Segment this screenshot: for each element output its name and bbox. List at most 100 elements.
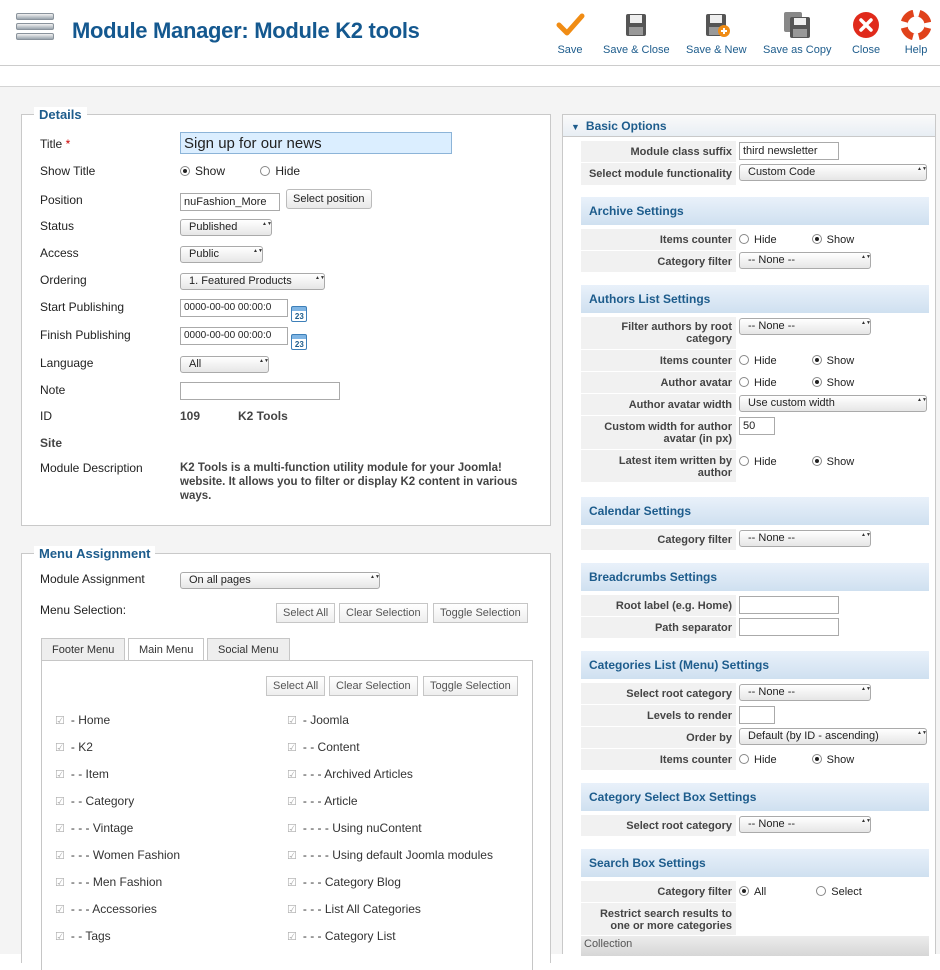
menu-item-checkbox[interactable]: ☑ - - - Article — [287, 794, 358, 808]
clear-selection-button[interactable]: Clear Selection — [339, 603, 428, 623]
tab-select-all-button[interactable]: Select All — [266, 676, 326, 696]
menu-item-checkbox[interactable]: ☑ - - - - Using default Joomla modules — [287, 848, 493, 862]
custom-width-input[interactable]: 50 — [739, 417, 775, 435]
toggle-selection-button[interactable]: Toggle Selection — [433, 603, 528, 623]
id-value: 109 — [180, 409, 201, 423]
tab-toggle-selection-button[interactable]: Toggle Selection — [423, 676, 518, 696]
levels-to-render-label: Levels to render — [581, 705, 736, 726]
search-category-select-radio[interactable]: Select — [816, 886, 862, 898]
custom-width-label: Custom width for author avatar (in px) — [581, 416, 736, 449]
module-functionality-select[interactable]: Custom Code — [739, 164, 927, 181]
archive-category-filter-select[interactable]: -- None -- — [739, 252, 871, 269]
module-functionality-label: Select module functionality — [581, 163, 736, 185]
access-label: Access — [40, 246, 79, 260]
calendar-icon[interactable]: 23 — [291, 333, 308, 350]
show-title-label: Show Title — [40, 164, 96, 178]
language-select[interactable]: All — [180, 356, 269, 373]
tab-main-menu[interactable]: Main Menu — [128, 638, 205, 661]
menu-item-checkbox[interactable]: ☑ - - - Archived Articles — [287, 767, 413, 781]
menu-item-checkbox[interactable]: ☑ - - - Category List — [287, 929, 396, 943]
finish-publishing-input[interactable]: 0000-00-00 00:00:0 — [180, 327, 288, 345]
root-label-label: Root label (e.g. Home) — [581, 595, 736, 616]
close-button[interactable]: Close — [851, 10, 881, 56]
menu-item-checkbox[interactable]: ☑ - - - Men Fashion — [55, 875, 162, 889]
author-avatar-show-radio[interactable]: Show — [811, 377, 854, 389]
menu-item-checkbox[interactable]: ☑ - Joomla — [287, 713, 349, 727]
module-description-label: Module Description — [40, 461, 143, 475]
path-separator-input[interactable] — [739, 618, 839, 636]
position-input[interactable]: nuFashion_More — [180, 193, 280, 214]
menu-item-checkbox[interactable]: ☑ - - - - Using nuContent — [287, 821, 422, 835]
save-close-button[interactable]: Save & Close — [603, 10, 670, 56]
menu-item-checkbox[interactable]: ☑ - - - List All Categories — [287, 902, 421, 916]
status-select[interactable]: Published — [180, 219, 272, 236]
save-copy-button[interactable]: Save as Copy — [763, 10, 831, 56]
categories-items-counter-show-radio[interactable]: Show — [811, 754, 854, 766]
filter-authors-label: Filter authors by root category — [581, 317, 736, 349]
save-new-button[interactable]: Save & New — [686, 10, 747, 56]
collection-bar[interactable]: Collection — [581, 936, 929, 956]
select-all-button[interactable]: Select All — [276, 603, 336, 623]
archive-items-counter-hide-radio[interactable]: Hide — [739, 234, 777, 246]
select-position-button[interactable]: Select position — [286, 189, 372, 209]
menu-item-checkbox[interactable]: ☑ - - - Category Blog — [287, 875, 401, 889]
access-select[interactable]: Public — [180, 246, 263, 263]
position-label: Position — [40, 193, 83, 207]
module-class-suffix-input[interactable]: third newsletter — [739, 142, 839, 160]
tab-clear-selection-button[interactable]: Clear Selection — [329, 676, 418, 696]
menu-item-checkbox[interactable]: ☑ - K2 — [55, 740, 93, 754]
root-label-input[interactable] — [739, 596, 839, 614]
restrict-search-label: Restrict search results to one or more c… — [581, 903, 736, 935]
menu-item-checkbox[interactable]: ☑ - - Category — [55, 794, 134, 808]
note-label: Note — [40, 383, 66, 397]
order-by-select[interactable]: Default (by ID - ascending) — [739, 728, 927, 745]
menu-item-checkbox[interactable]: ☑ - Home — [55, 713, 110, 727]
author-avatar-width-select[interactable]: Use custom width — [739, 395, 927, 412]
module-description-text: K2 Tools is a multi-function utility mod… — [180, 462, 518, 502]
calendar-icon[interactable]: 23 — [291, 305, 308, 322]
help-button[interactable]: Help — [901, 10, 931, 56]
floppy-plus-icon — [706, 14, 731, 37]
categories-root-label: Select root category — [581, 683, 736, 704]
save-button[interactable]: Save — [555, 10, 585, 56]
menu-item-checkbox[interactable]: ☑ - - - Vintage — [55, 821, 133, 835]
checkmark-icon — [556, 13, 585, 36]
title-input[interactable]: Sign up for our news — [180, 132, 452, 154]
levels-to-render-input[interactable] — [739, 706, 775, 724]
calendar-category-filter-select[interactable]: -- None -- — [739, 530, 871, 547]
archive-items-counter-show-radio[interactable]: Show — [811, 234, 854, 246]
status-label: Status — [40, 219, 75, 233]
tab-footer-menu[interactable]: Footer Menu — [41, 638, 126, 660]
filter-authors-select[interactable]: -- None -- — [739, 318, 871, 335]
module-assignment-select[interactable]: On all pages — [180, 572, 380, 589]
categories-root-select[interactable]: -- None -- — [739, 684, 871, 701]
menu-item-checkbox[interactable]: ☑ - - - Women Fashion — [55, 848, 180, 862]
author-avatar-hide-radio[interactable]: Hide — [739, 377, 777, 389]
basic-options-header[interactable]: ▼ Basic Options — [563, 115, 935, 137]
latest-item-hide-radio[interactable]: Hide — [739, 456, 777, 468]
start-publishing-input[interactable]: 0000-00-00 00:00:0 — [180, 299, 288, 317]
finish-publishing-label: Finish Publishing — [40, 328, 131, 342]
categories-items-counter-hide-radio[interactable]: Hide — [739, 754, 777, 766]
latest-item-show-radio[interactable]: Show — [811, 456, 854, 468]
breadcrumbs-settings-header: Breadcrumbs Settings — [581, 563, 929, 591]
menu-item-checkbox[interactable]: ☑ - - Content — [287, 740, 360, 754]
note-input[interactable] — [180, 382, 340, 400]
search-category-all-radio[interactable]: All — [739, 886, 766, 898]
tab-social-menu[interactable]: Social Menu — [207, 638, 290, 660]
select-box-root-select[interactable]: -- None -- — [739, 816, 871, 833]
menu-assignment-legend: Menu Assignment — [34, 546, 156, 561]
menu-item-checkbox[interactable]: ☑ - - Tags — [55, 929, 111, 943]
menu-item-checkbox[interactable]: ☑ - - Item — [55, 767, 109, 781]
page-title: Module Manager: Module K2 tools — [72, 18, 420, 43]
floppy-copy-icon — [784, 12, 811, 38]
show-title-hide-radio[interactable]: Hide — [260, 164, 300, 178]
show-title-show-radio[interactable]: Show — [180, 164, 225, 178]
authors-items-counter-hide-radio[interactable]: Hide — [739, 355, 777, 367]
ordering-select[interactable]: 1. Featured Products — [180, 273, 325, 290]
archive-items-counter-label: Items counter — [581, 229, 736, 250]
author-avatar-label: Author avatar — [581, 372, 736, 393]
menu-item-checkbox[interactable]: ☑ - - - Accessories — [55, 902, 157, 916]
authors-items-counter-show-radio[interactable]: Show — [811, 355, 854, 367]
module-type-value: K2 Tools — [238, 409, 288, 423]
